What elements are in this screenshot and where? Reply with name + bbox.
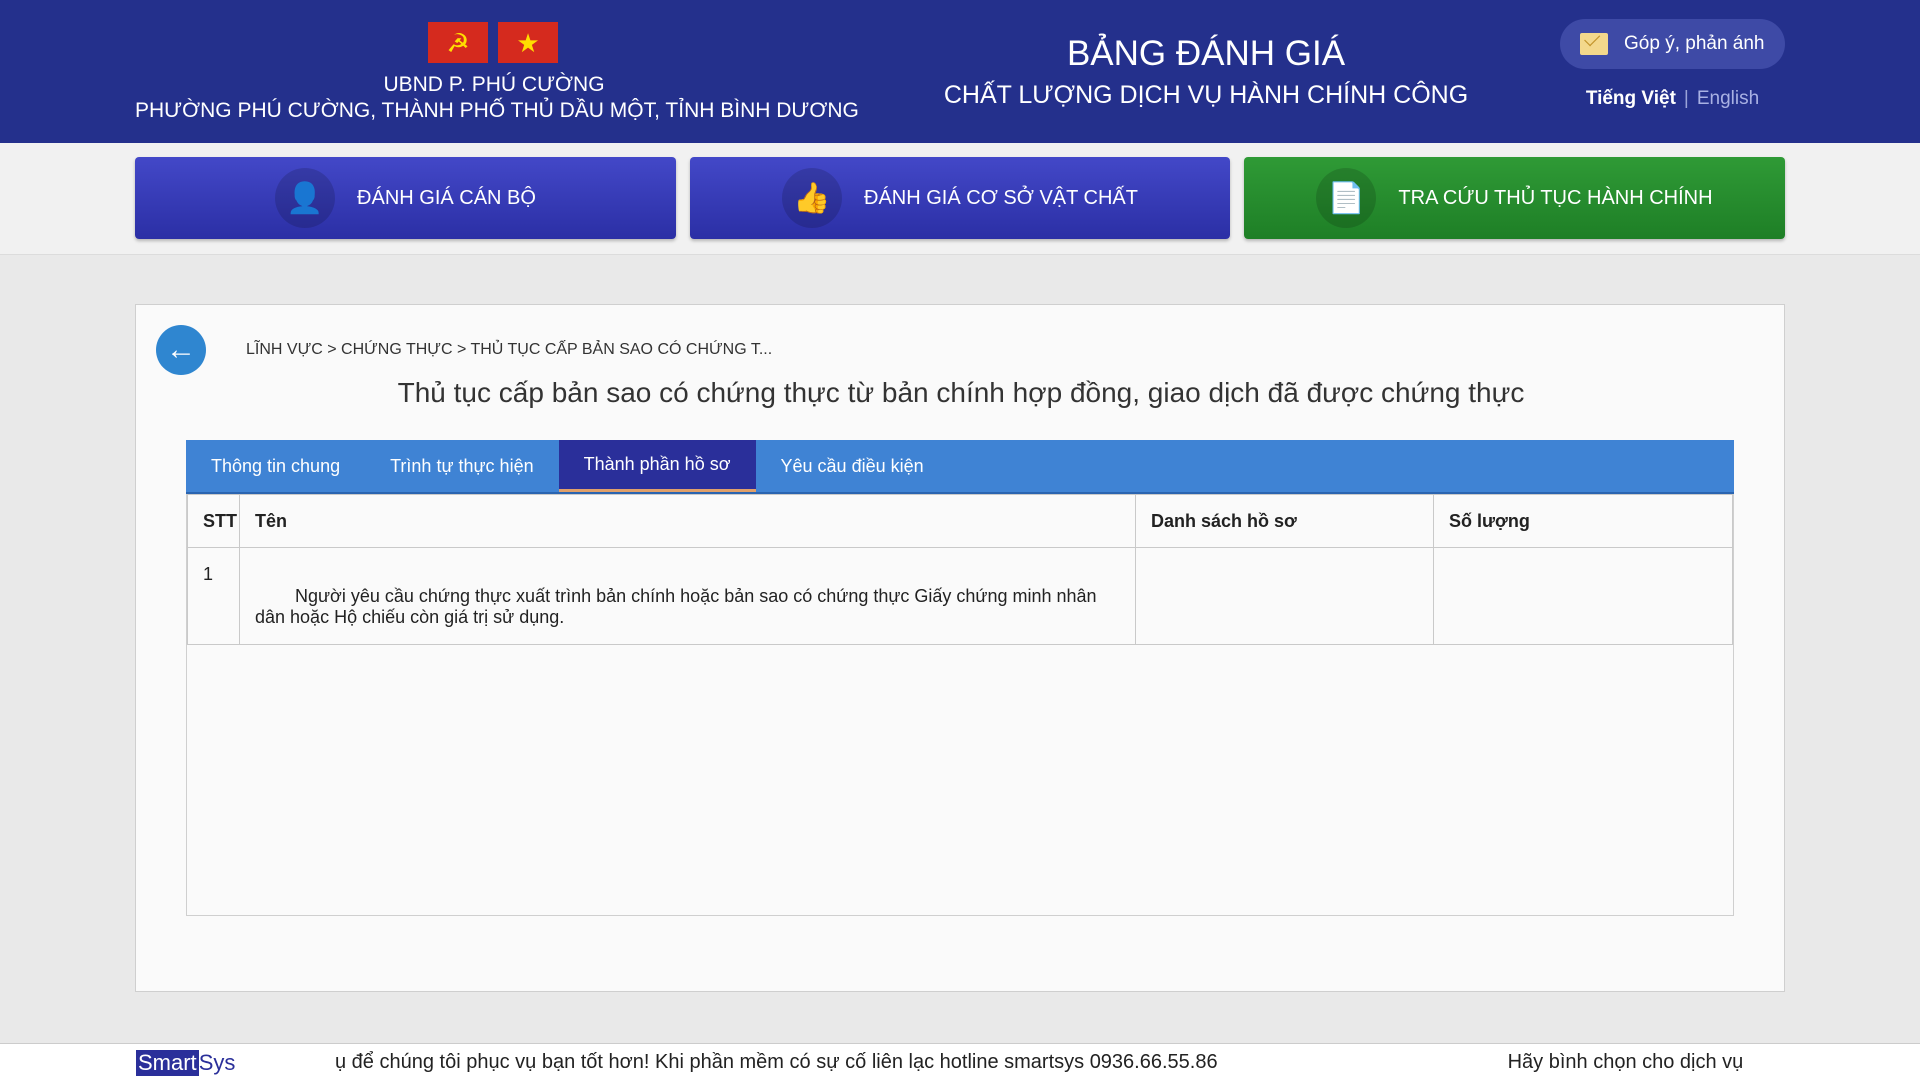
flags: ☭ ★ [428, 22, 558, 63]
tab-bar: Thông tin chung Trình tự thực hiện Thành… [186, 440, 1734, 494]
lang-vietnamese[interactable]: Tiếng Việt [1586, 88, 1676, 109]
documents-table-container: STT Tên Danh sách hồ sơ Số lượng 1 Người… [186, 494, 1734, 916]
cell-stt: 1 [187, 547, 240, 645]
nav-label: ĐÁNH GIÁ CƠ SỞ VẬT CHẤT [864, 186, 1138, 209]
page-header: ☭ ★ UBND P. PHÚ CƯỜNG PHƯỜNG PHÚ CƯỜNG, … [0, 0, 1920, 143]
org-address: PHƯỜNG PHÚ CƯỜNG, THÀNH PHỐ THỦ DẦU MỘT,… [135, 99, 859, 122]
page-title: BẢNG ĐÁNH GIÁ [1066, 34, 1346, 73]
ticker-text-2: Hãy bình chọn cho dịch vụ [1507, 1051, 1744, 1073]
nav-danh-gia-can-bo[interactable]: 👤 ĐÁNH GIÁ CÁN BỘ [135, 157, 676, 239]
logo-sys: Sys [198, 1050, 236, 1075]
col-header-ten: Tên [239, 494, 1136, 548]
table-header-row: STT Tên Danh sách hồ sơ Số lượng [187, 494, 1733, 548]
logo-smart: Smart [136, 1050, 199, 1076]
tab-thong-tin-chung[interactable]: Thông tin chung [186, 440, 365, 492]
cell-ten-text: Người yêu cầu chứng thực xuất trình bản … [255, 586, 1097, 627]
officer-icon: 👤 [275, 168, 336, 228]
national-flag-icon: ★ [498, 22, 558, 63]
nav-danh-gia-co-so-vat-chat[interactable]: 👍 ĐÁNH GIÁ CƠ SỞ VẬT CHẤT [690, 157, 1230, 239]
procedure-title: Thủ tục cấp bản sao có chứng thực từ bản… [397, 377, 1525, 408]
back-arrow-icon[interactable]: ← [156, 325, 206, 375]
tab-thanh-phan-ho-so[interactable]: Thành phần hồ sơ [558, 440, 756, 492]
lang-separator: | [1683, 88, 1689, 109]
cell-so-luong [1433, 547, 1733, 645]
breadcrumb: LĨNH VỰC > CHỨNG THỰC > THỦ TỤC CẤP BẢN … [246, 341, 773, 358]
org-name: UBND P. PHÚ CƯỜNG [383, 73, 605, 96]
cell-danh-sach [1135, 547, 1434, 645]
col-header-danh-sach: Danh sách hồ sơ [1135, 494, 1434, 548]
page-subtitle: CHẤT LƯỢNG DỊCH VỤ HÀNH CHÍNH CÔNG [943, 81, 1469, 109]
documents-table: STT Tên Danh sách hồ sơ Số lượng 1 Người… [187, 494, 1733, 645]
marquee-ticker: ụ để chúng tôi phục vụ bạn tốt hơn! Khi … [335, 1051, 1785, 1074]
cell-ten: Người yêu cầu chứng thực xuất trình bản … [239, 547, 1136, 645]
nav-label: ĐÁNH GIÁ CÁN BỘ [357, 186, 536, 209]
tab-yeu-cau-dieu-kien[interactable]: Yêu cầu điều kiện [756, 440, 949, 492]
party-flag-icon: ☭ [428, 22, 488, 63]
col-header-stt: STT [187, 494, 240, 548]
thumbs-up-icon: 👍 [782, 168, 843, 228]
ticker-text: ụ để chúng tôi phục vụ bạn tốt hơn! Khi … [335, 1051, 1218, 1073]
feedback-button[interactable]: Góp ý, phản ánh [1560, 19, 1785, 69]
nav-tra-cuu-thu-tuc[interactable]: 📄 TRA CỨU THỦ TỤC HÀNH CHÍNH [1244, 157, 1785, 239]
language-switcher: Tiếng Việt | English [1560, 88, 1785, 110]
col-header-so-luong: Số lượng [1433, 494, 1733, 548]
smartsys-logo: Smart Sys [136, 1050, 235, 1076]
lang-english[interactable]: English [1697, 88, 1759, 109]
feedback-label: Góp ý, phản ánh [1624, 33, 1765, 54]
tab-trinh-tu-thuc-hien[interactable]: Trình tự thực hiện [365, 440, 559, 492]
nav-label: TRA CỨU THỦ TỤC HÀNH CHÍNH [1398, 186, 1713, 209]
document-search-icon: 📄 [1316, 168, 1377, 228]
footer-bar: Smart Sys ụ để chúng tôi phục vụ bạn tốt … [0, 1043, 1920, 1080]
envelope-icon [1580, 33, 1608, 55]
table-row: 1 Người yêu cầu chứng thực xuất trình bả… [187, 547, 1733, 645]
procedure-panel: ← LĨNH VỰC > CHỨNG THỰC > THỦ TỤC CẤP BẢ… [135, 304, 1785, 992]
